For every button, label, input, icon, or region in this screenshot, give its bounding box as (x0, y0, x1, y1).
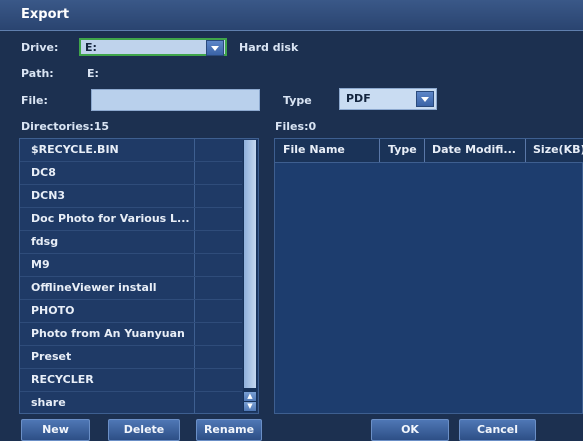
delete-button[interactable]: Delete (108, 419, 180, 441)
directory-item-label: RECYCLER (31, 373, 94, 386)
drive-select[interactable]: E: (79, 38, 227, 56)
path-value: E: (87, 67, 99, 80)
new-button[interactable]: New (21, 419, 90, 441)
scroll-down-icon[interactable]: ▼ (244, 402, 256, 411)
export-dialog: Export Drive: E: Hard disk Path: E: File… (0, 0, 583, 441)
type-select[interactable]: PDF (339, 88, 437, 110)
directory-item-label: $RECYCLE.BIN (31, 143, 119, 156)
ok-button[interactable]: OK (371, 419, 449, 441)
drive-value: E: (85, 41, 97, 54)
directory-item[interactable]: share (20, 392, 242, 413)
drive-label: Drive: (21, 41, 59, 54)
directory-item-label: DCN3 (31, 189, 66, 202)
file-name-input[interactable] (91, 89, 260, 111)
file-list: File Name Type Date Modifi... Size(KB) (274, 138, 583, 414)
file-list-header: File Name Type Date Modifi... Size(KB) (275, 139, 583, 163)
directory-item-label: fdsg (31, 235, 59, 248)
drive-description: Hard disk (239, 41, 299, 54)
directory-item-label: DC8 (31, 166, 56, 179)
column-header-type[interactable]: Type (388, 143, 417, 156)
directory-item[interactable]: M9 (20, 254, 242, 277)
directory-item[interactable]: PHOTO (20, 300, 242, 323)
directory-item-label: OfflineViewer install (31, 281, 157, 294)
directory-item-label: share (31, 396, 66, 409)
file-label: File: (21, 94, 48, 107)
directory-item-label: Photo from An Yuanyuan (31, 327, 185, 340)
directory-item[interactable]: RECYCLER (20, 369, 242, 392)
directory-item[interactable]: DC8 (20, 162, 242, 185)
directory-scrollbar[interactable]: ▲ ▼ (243, 140, 257, 412)
directories-count-label: Directories:15 (21, 120, 110, 133)
drive-dropdown-icon[interactable] (206, 40, 224, 56)
directory-item-label: Preset (31, 350, 72, 363)
directory-item[interactable]: Photo from An Yuanyuan (20, 323, 242, 346)
directory-item[interactable]: OfflineViewer install (20, 277, 242, 300)
directory-item[interactable]: Doc Photo for Various L... (20, 208, 242, 231)
type-label: Type (283, 94, 312, 107)
column-separator[interactable] (379, 139, 380, 162)
directory-item[interactable]: DCN3 (20, 185, 242, 208)
directory-item[interactable]: fdsg (20, 231, 242, 254)
directory-item[interactable]: $RECYCLE.BIN (20, 139, 242, 162)
type-dropdown-icon[interactable] (416, 91, 434, 107)
directory-item-label: Doc Photo for Various L... (31, 212, 190, 225)
directory-list: $RECYCLE.BIN DC8 DCN3 Doc Photo for Vari… (19, 138, 259, 414)
column-header-date-modified[interactable]: Date Modifi... (432, 143, 516, 156)
column-separator[interactable] (525, 139, 526, 162)
rename-button[interactable]: Rename (196, 419, 262, 441)
files-count-label: Files:0 (275, 120, 317, 133)
type-value: PDF (346, 92, 371, 105)
column-header-file-name[interactable]: File Name (283, 143, 345, 156)
cancel-button[interactable]: Cancel (459, 419, 536, 441)
directory-item-label: M9 (31, 258, 50, 271)
dialog-title: Export (21, 7, 70, 22)
scroll-up-icon[interactable]: ▲ (244, 392, 256, 401)
scrollbar-thumb[interactable] (244, 140, 256, 388)
title-bar: Export (0, 0, 583, 31)
directory-item-label: PHOTO (31, 304, 75, 317)
column-separator[interactable] (424, 139, 425, 162)
path-label: Path: (21, 67, 54, 80)
column-header-size[interactable]: Size(KB) (533, 143, 583, 156)
directory-item[interactable]: Preset (20, 346, 242, 369)
